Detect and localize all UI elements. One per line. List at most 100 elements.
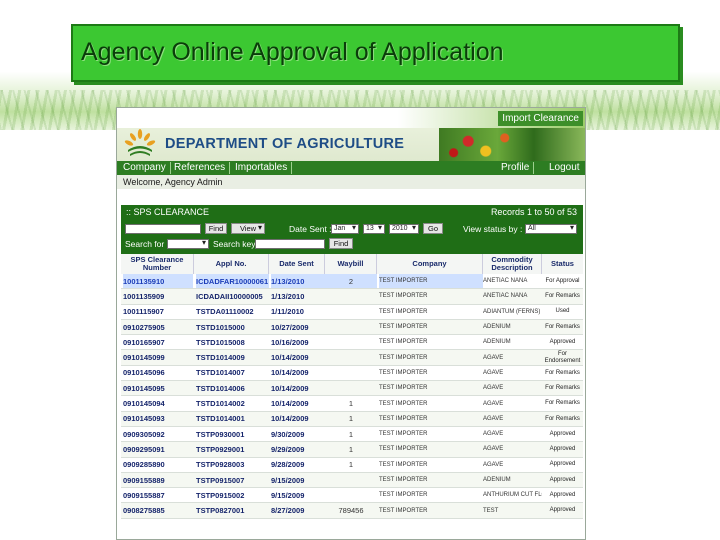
table-row[interactable]: 0909155889 TSTP0915007 9/15/2009 TEST IMPOR… (121, 472, 583, 489)
appl-no-link[interactable]: TSTD1014006 (196, 381, 269, 395)
date-sent-cell: 9/15/2009 (271, 490, 305, 500)
date-year-select[interactable]: 2010 (389, 224, 419, 234)
waybill-cell: 2 (325, 274, 377, 289)
table-row[interactable]: 0909295091 TSTP0929001 9/29/2009 1 TEST IMPO… (121, 442, 583, 458)
status-cell: For Remarks (545, 369, 580, 376)
appl-no-link[interactable]: TSTD1014007 (196, 366, 269, 380)
table-row[interactable]: 1001135909 ICDADAII10000005 1/13/2010 TEST … (121, 289, 583, 305)
table-row[interactable]: 0909305092 TSTP0930001 9/30/2009 1 TEST IMPO… (121, 427, 583, 443)
search-key-label: Search key (213, 239, 256, 249)
table-row[interactable]: 1001135910 ICDADFAR10000061 1/13/2010 2 TEST… (121, 274, 583, 290)
appl-no-link[interactable]: ICDADFAR10000061 (196, 274, 269, 289)
nav-profile[interactable]: Profile (497, 162, 535, 174)
sps-number-link[interactable]: 0910145093 (123, 412, 193, 426)
commodity-cell: AGAVE (483, 354, 504, 361)
nav-logout[interactable]: Logout (545, 162, 584, 174)
sps-number-link[interactable]: 0910165907 (123, 335, 193, 349)
sps-number-link[interactable]: 0909155889 (123, 473, 193, 487)
col-waybill[interactable]: Waybill (325, 254, 377, 274)
nav-company[interactable]: Company (119, 162, 171, 174)
appl-no-link[interactable]: TSTD1015008 (196, 335, 269, 349)
sps-number-link[interactable]: 0910145094 (123, 396, 193, 410)
col-status[interactable]: Status (542, 254, 583, 274)
sps-number-link[interactable]: 0910275905 (123, 320, 193, 334)
col-date-sent[interactable]: Date Sent (269, 254, 325, 274)
table-row[interactable]: 1001115907 TSTDA01110002 1/11/2010 TEST IMP… (121, 305, 583, 320)
sps-number-link[interactable]: 0910145096 (123, 366, 193, 380)
col-appl-no[interactable]: Appl No. (194, 254, 269, 274)
appl-no-link[interactable]: TSTD1014001 (196, 412, 269, 426)
table-row[interactable]: 0909155887 TSTP0915002 9/15/2009 TEST IMPOR… (121, 488, 583, 504)
date-day-select[interactable]: 13 (363, 224, 385, 234)
slide-title-box: Agency Online Approval of Application (71, 24, 680, 82)
table-row[interactable]: 0910145093 TSTD1014001 10/14/2009 1 TEST IMP… (121, 411, 583, 427)
company-cell: TEST IMPORTER (379, 339, 428, 346)
appl-no-link[interactable]: TSTP0930001 (196, 427, 269, 441)
appl-no-link[interactable]: TSTP0928003 (196, 458, 269, 472)
waybill-cell: 1 (348, 399, 354, 409)
sps-number-link[interactable]: 0909305092 (123, 427, 193, 441)
sps-number-link[interactable]: 0908275885 (123, 503, 193, 517)
date-sent-cell: 10/14/2009 (271, 399, 309, 409)
company-cell: TEST IMPORTER (379, 400, 428, 407)
sps-number-link[interactable]: 0910145099 (123, 350, 193, 364)
sps-number-link[interactable]: 1001135909 (123, 289, 193, 303)
sps-number-link[interactable]: 0909295091 (123, 442, 193, 456)
nav-references[interactable]: References (170, 162, 231, 174)
commodity-cell: ADENIUM (483, 477, 511, 483)
sps-number-link[interactable]: 0909155887 (123, 488, 193, 502)
app-screenshot: Import Clearance DEPARTMENT OF AGRICULTU… (116, 107, 586, 540)
search-key-input[interactable] (255, 239, 325, 249)
sps-number-link[interactable]: 0910145095 (123, 381, 193, 395)
find-input[interactable] (125, 224, 201, 234)
table-row[interactable]: 0910275905 TSTD1015000 10/27/2009 TEST IMPO… (121, 319, 583, 336)
appl-no-link[interactable]: TSTD1014002 (196, 396, 269, 410)
header-top-strip: Import Clearance (117, 108, 585, 128)
appl-no-link[interactable]: ICDADAII10000005 (196, 289, 269, 303)
status-cell: For Remarks (545, 323, 580, 330)
date-sent-cell: 10/27/2009 (271, 322, 309, 332)
slide-title: Agency Online Approval of Application (81, 38, 504, 66)
table-body: 1001135910 ICDADFAR10000061 1/13/2010 2 TEST… (121, 274, 583, 519)
appl-no-link[interactable]: TSTP0915007 (196, 473, 269, 487)
search-find-button[interactable]: Find (329, 238, 353, 249)
search-for-select[interactable] (167, 239, 209, 249)
go-button[interactable]: Go (423, 223, 443, 234)
find-button[interactable]: Find (205, 223, 227, 234)
table-row[interactable]: 0908275885 TSTP0827001 8/27/2009 789456 TEST… (121, 503, 583, 519)
company-cell: TEST IMPORTER (379, 477, 428, 483)
sps-number-link[interactable]: 1001135910 (123, 274, 193, 289)
appl-no-link[interactable]: TSTD1014009 (196, 350, 269, 364)
view-select[interactable]: View (231, 223, 265, 234)
date-sent-cell: 10/14/2009 (271, 353, 309, 363)
date-month-select[interactable]: Jan (331, 224, 359, 234)
status-cell: Approved (549, 461, 576, 468)
table-header: SPS Clearance Number Appl No. Date Sent … (121, 254, 583, 274)
date-sent-cell: 10/14/2009 (271, 383, 309, 393)
table-row[interactable]: 0910145099 TSTD1014009 10/14/2009 TEST IMPO… (121, 350, 583, 366)
sps-number-link[interactable]: 1001115907 (123, 305, 193, 319)
appl-no-link[interactable]: TSTP0915002 (196, 488, 269, 502)
appl-no-link[interactable]: TSTP0929001 (196, 442, 269, 456)
date-sent-cell: 1/11/2010 (271, 307, 304, 317)
date-sent-cell: 8/27/2009 (271, 506, 305, 516)
col-company[interactable]: Company (377, 254, 483, 274)
table-row[interactable]: 0910165907 TSTD1015008 10/16/2009 TEST IMPO… (121, 335, 583, 351)
import-clearance-tab[interactable]: Import Clearance (498, 111, 583, 126)
appl-no-link[interactable]: TSTP0827001 (196, 503, 269, 517)
table-row[interactable]: 0910145096 TSTD1014007 10/14/2009 TEST IMPO… (121, 366, 583, 382)
commodity-cell: AGAVE (483, 415, 504, 422)
sps-number-link[interactable]: 0909285890 (123, 458, 193, 472)
view-status-select[interactable]: All (525, 224, 577, 234)
appl-no-link[interactable]: TSTDA01110002 (196, 305, 269, 319)
status-cell: Approved (549, 339, 576, 346)
col-sps-number[interactable]: SPS Clearance Number (121, 254, 194, 274)
date-sent-cell: 9/28/2009 (271, 460, 305, 470)
table-row[interactable]: 0910145095 TSTD1014006 10/14/2009 TEST IMPO… (121, 381, 583, 397)
table-row[interactable]: 0910145094 TSTD1014002 10/14/2009 1 TEST IMP… (121, 396, 583, 412)
table-row[interactable]: 0909285890 TSTP0928003 9/28/2009 1 TEST IMPO… (121, 458, 583, 473)
col-commodity[interactable]: Commodity Description (483, 254, 542, 274)
waybill-cell (325, 366, 377, 380)
nav-importables[interactable]: Importables (231, 162, 293, 174)
appl-no-link[interactable]: TSTD1015000 (196, 320, 269, 334)
